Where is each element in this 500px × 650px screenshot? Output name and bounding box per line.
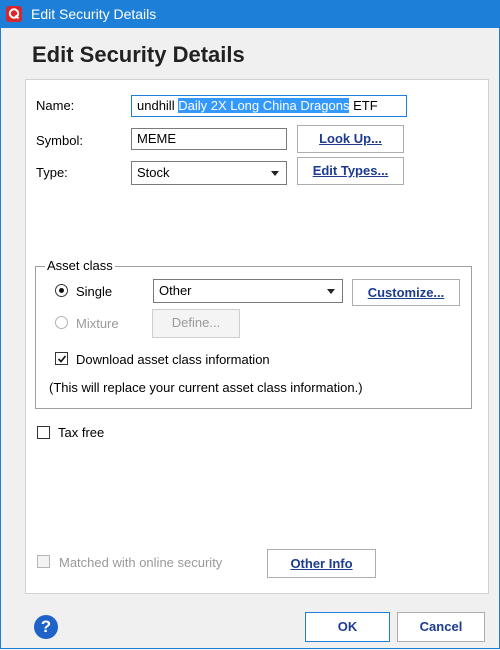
name-text-selected: Daily 2X Long China Dragons (178, 98, 350, 113)
edit-types-label: Edit Types... (312, 163, 389, 178)
symbol-input[interactable]: MEME (131, 128, 287, 150)
single-label: Single (76, 284, 113, 299)
mixture-radio[interactable] (55, 316, 68, 329)
quicken-logo-icon (6, 6, 22, 22)
define-button[interactable]: Define... (152, 309, 240, 338)
look-up-label: Look Up... (319, 131, 382, 146)
other-info-button[interactable]: Other Info (267, 549, 376, 578)
chevron-down-icon (327, 289, 335, 294)
tax-free-checkbox[interactable] (37, 426, 50, 439)
cancel-button[interactable]: Cancel (397, 612, 485, 642)
help-icon[interactable]: ? (34, 615, 58, 639)
name-label: Name: (36, 98, 75, 113)
single-radio[interactable] (55, 284, 68, 297)
tax-free-label: Tax free (58, 425, 105, 440)
page-title: Edit Security Details (32, 42, 245, 67)
symbol-label: Symbol: (36, 133, 83, 148)
other-info-label: Other Info (290, 556, 353, 571)
asset-class-value: Other (159, 283, 192, 298)
customize-label: Customize... (367, 285, 445, 300)
asset-class-dropdown[interactable]: Other (153, 279, 343, 303)
name-text-suffix: ETF (349, 98, 378, 113)
matched-online-checkbox[interactable] (37, 555, 50, 568)
asset-class-legend: Asset class (45, 258, 115, 274)
download-asset-class-label: Download asset class information (76, 352, 270, 367)
window-title: Edit Security Details (31, 6, 157, 22)
checkmark-icon (57, 355, 67, 363)
type-label: Type: (36, 165, 68, 180)
name-text-prefix: undhill (137, 98, 179, 113)
type-value: Stock (137, 165, 170, 180)
ok-button[interactable]: OK (305, 612, 390, 642)
chevron-down-icon (271, 171, 279, 176)
mixture-label: Mixture (76, 316, 119, 331)
matched-online-label: Matched with online security (59, 555, 223, 570)
asset-class-note: (This will replace your current asset cl… (49, 380, 363, 395)
look-up-button[interactable]: Look Up... (297, 125, 404, 153)
title-bar[interactable]: Edit Security Details (0, 0, 500, 28)
customize-button[interactable]: Customize... (352, 279, 460, 306)
name-input[interactable]: undhill Daily 2X Long China Dragons ETF (131, 95, 407, 117)
type-dropdown[interactable]: Stock (131, 161, 287, 185)
download-asset-class-checkbox[interactable] (55, 352, 68, 365)
edit-types-button[interactable]: Edit Types... (297, 157, 404, 185)
